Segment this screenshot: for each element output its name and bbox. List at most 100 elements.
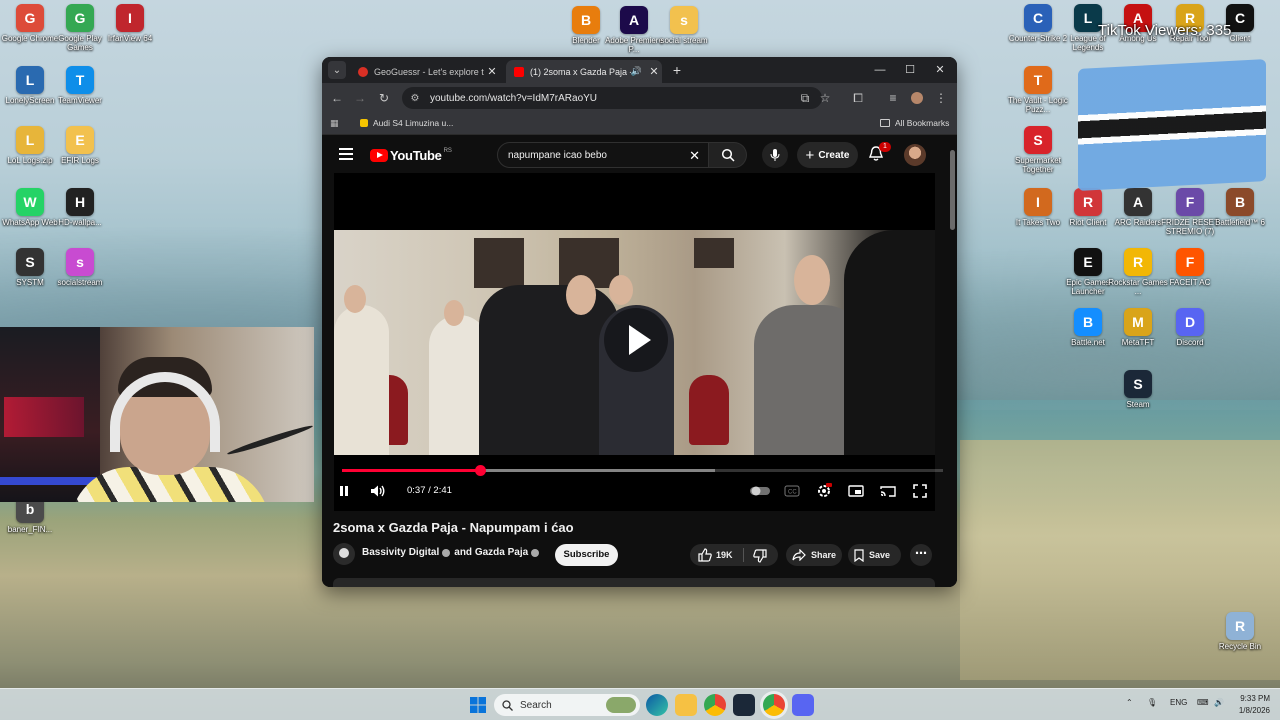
page-scrollbar[interactable] (949, 136, 957, 587)
subscribe-button[interactable]: Subscribe (555, 544, 618, 566)
volume-tray-icon[interactable]: 🔊 (1214, 698, 1224, 707)
steam-taskbar-icon[interactable] (733, 694, 755, 716)
desktop-shortcut[interactable]: R Recycle Bin (1210, 612, 1270, 651)
svg-text:CC: CC (788, 490, 797, 496)
desktop-shortcut-label: FACEIT AC (1169, 278, 1211, 287)
battlefield-icon: B (1226, 188, 1254, 216)
play-games-icon: G (66, 4, 94, 32)
notifications-button[interactable]: 1 (868, 142, 891, 165)
taskbar-search[interactable]: Search (494, 694, 640, 716)
youtube-logo[interactable]: YouTube RS (370, 148, 452, 163)
video-player[interactable]: 0:37 / 2:41 CC (334, 173, 943, 511)
settings-button[interactable] (814, 481, 834, 501)
forward-button[interactable]: → (351, 89, 369, 107)
close-tab-icon[interactable]: ✕ (646, 65, 662, 78)
scrollbar-thumb[interactable] (950, 150, 955, 230)
desktop-shortcut[interactable]: A ARC Raiders (1108, 188, 1168, 227)
speaker-icon[interactable]: 🔊 (631, 66, 642, 77)
desktop-shortcut[interactable]: F FACEIT AC (1160, 248, 1220, 287)
profile-icon[interactable] (908, 89, 926, 107)
fullscreen-button[interactable] (910, 481, 930, 501)
desktop-shortcut[interactable]: s social stream (654, 6, 714, 45)
site-info-icon[interactable]: ⚙ (406, 93, 424, 104)
video-title: 2soma x Gazda Paja - Napumpam i ćao (333, 520, 574, 535)
desktop-shortcut[interactable]: T The Vault - Logic Puzz... (1008, 66, 1068, 114)
new-tab-button[interactable]: + (668, 61, 686, 79)
more-actions-button[interactable]: ⋯ (910, 544, 932, 566)
mute-button[interactable] (368, 481, 388, 501)
bookmark-item[interactable]: Audi S4 Limuzina u... (360, 118, 453, 128)
search-input[interactable]: napumpane icao bebo ✕ (497, 142, 709, 168)
account-avatar[interactable] (904, 144, 926, 166)
desktop-shortcut[interactable]: B Battlefield™ 6 (1210, 188, 1270, 227)
apps-grid-icon[interactable]: ▦ (330, 118, 340, 128)
pause-button[interactable] (334, 481, 354, 501)
search-button[interactable] (709, 142, 747, 168)
desktop-shortcut[interactable]: S Steam (1108, 370, 1168, 409)
tab-search-button[interactable]: ⌄ (328, 61, 346, 79)
minimize-button[interactable]: — (865, 61, 895, 79)
desktop-shortcut[interactable]: H HD-wallpa... (50, 188, 110, 227)
tab-youtube[interactable]: (1) 2soma x Gazda Paja - Na 🔊 ✕ (506, 60, 662, 83)
desktop-shortcut[interactable]: D Discord (1160, 308, 1220, 347)
desktop-shortcut-label: Blender (572, 36, 600, 45)
all-bookmarks-button[interactable]: All Bookmarks (880, 118, 949, 128)
media-controls-icon[interactable]: ≡ (884, 89, 902, 107)
description-box[interactable] (333, 578, 935, 587)
start-button[interactable] (467, 694, 489, 716)
tray-overflow-icon[interactable]: ⌃ (1126, 698, 1133, 707)
miniplayer-button[interactable] (846, 481, 866, 501)
extensions-icon[interactable]: ⧠ (849, 89, 867, 107)
steam-icon: S (1124, 370, 1152, 398)
progress-bar[interactable] (342, 465, 943, 476)
clock-time: 9:33 PM (1240, 694, 1270, 703)
thumbs-down-icon[interactable] (753, 549, 767, 563)
channel-name-1[interactable]: Bassivity Digital (362, 547, 439, 558)
captions-button[interactable]: CC (782, 481, 802, 501)
desktop-shortcut[interactable]: I IrfanView 64 (100, 4, 160, 43)
voice-search-button[interactable] (762, 142, 788, 168)
reload-button[interactable]: ↻ (375, 89, 393, 107)
install-app-icon[interactable]: ⧉ (796, 89, 814, 107)
browser-menu-icon[interactable]: ⋮ (932, 89, 950, 107)
create-button[interactable]: + Create (797, 142, 858, 168)
clear-search-icon[interactable]: ✕ (689, 148, 700, 164)
chrome-taskbar-icon[interactable] (704, 694, 726, 716)
desktop-shortcut-label: socialstream (57, 278, 103, 287)
microphone-tray-icon[interactable]: 🎙 (1147, 698, 1157, 707)
language-indicator[interactable]: ENG (1170, 698, 1187, 707)
desktop-shortcut[interactable]: s socialstream (50, 248, 110, 287)
cast-button[interactable] (878, 481, 898, 501)
desktop-shortcut[interactable]: E EFIR Logs (50, 126, 110, 165)
close-window-button[interactable]: ✕ (925, 61, 955, 79)
maximize-button[interactable]: ☐ (895, 61, 925, 79)
bookmark-star-icon[interactable]: ☆ (816, 89, 834, 107)
desktop-shortcut[interactable]: M MetaTFT (1108, 308, 1168, 347)
desktop-shortcut[interactable]: S Supermarket Together (1008, 126, 1068, 174)
menu-icon[interactable] (339, 148, 353, 160)
tab-geoguessr[interactable]: GeoGuessr - Let's explore the w ✕ (350, 60, 500, 83)
discord-taskbar-icon[interactable] (792, 694, 814, 716)
edge-taskbar-icon[interactable] (646, 694, 668, 716)
share-button[interactable]: Share (786, 544, 842, 566)
channel-name-2[interactable]: Gazda Paja (475, 547, 528, 558)
autoplay-toggle[interactable] (750, 481, 770, 501)
save-button[interactable]: Save (848, 544, 901, 566)
chrome-active-taskbar-icon[interactable] (763, 694, 785, 716)
channel-name[interactable]: Bassivity Digital and Gazda Paja (362, 547, 543, 558)
system-clock[interactable]: 9:33 PM 1/8/2026 (1226, 693, 1270, 717)
address-bar[interactable]: ⚙ youtube.com/watch?v=IdM7rARaoYU (402, 87, 822, 109)
close-tab-icon[interactable]: ✕ (484, 65, 500, 78)
big-play-icon[interactable] (604, 308, 668, 372)
thumbs-up-icon[interactable] (698, 548, 712, 562)
desktop-shortcut[interactable]: T TeamViewer (50, 66, 110, 105)
cs2-icon: C (1024, 4, 1052, 32)
network-icon[interactable]: ⌨ (1197, 698, 1209, 707)
desktop-shortcut-label: Riot Client (1069, 218, 1107, 227)
scrubber-handle[interactable] (475, 465, 487, 476)
desktop-shortcut[interactable]: R Rockstar Games ... (1108, 248, 1168, 296)
file-explorer-taskbar-icon[interactable] (675, 694, 697, 716)
desktop-shortcut-label: SYSTM (16, 278, 44, 287)
back-button[interactable]: ← (328, 89, 346, 107)
channel-avatar[interactable] (333, 543, 355, 565)
